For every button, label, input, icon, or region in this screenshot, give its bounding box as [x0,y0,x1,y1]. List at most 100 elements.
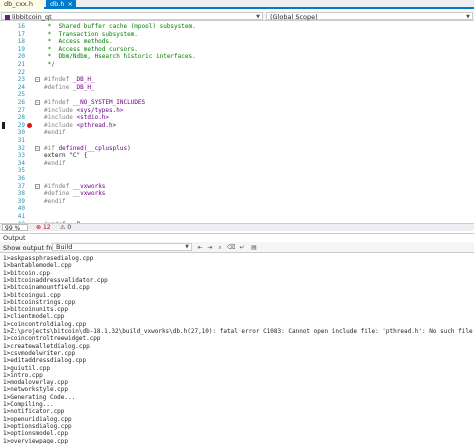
code-line[interactable]: 34 #endif [0,160,474,168]
code-text: #endif [44,197,66,205]
fold-toggle-icon[interactable]: − [35,145,40,151]
error-indicator[interactable]: ⊗ 12 [36,224,51,231]
code-text: extern "C" { [44,152,88,160]
document-tab-bar: db_cxx.h db.h × [0,0,474,9]
code-line[interactable]: 27 #include <sys/types.h> [0,107,474,115]
editor-status-bar: 99 % ⊗ 12 ⚠ 0 [0,223,474,232]
output-line: 1>coincontroldialog.cpp [3,320,87,328]
code-line[interactable]: 21 */ [0,61,474,69]
code-line[interactable]: 26 #ifndef __NO_SYSTEM_INCLUDES − [0,99,474,107]
output-line: 1>Generating Code... [3,393,76,401]
chevron-down-icon: ▼ [185,244,189,250]
scope-dropdown[interactable]: (Global Scope) ▼ [266,12,473,21]
code-text: #endif [44,159,66,167]
output-line: 1>coincontroltreewidget.cpp [3,335,101,343]
code-line[interactable]: 30 #endif [0,129,474,137]
line-number: 26 [17,99,25,106]
code-line[interactable]: 29 #include <pthread.h> [0,121,474,130]
line-number: 39 [17,197,25,205]
code-text: * Shared buffer cache (mpool) subsystem. [44,23,196,30]
line-number: 31 [17,137,25,144]
code-line[interactable]: 17 * Transaction subsystem. [0,31,474,39]
code-editor[interactable]: 16 * Shared buffer cache (mpool) subsyst… [0,22,474,223]
output-line: 1>bitcoinstrings.cpp [3,298,76,306]
next-message-icon[interactable]: ⇥ [206,243,214,251]
code-line[interactable]: 37 #ifndef __vxworks − [0,183,474,191]
line-number: 20 [17,53,25,61]
fold-toggle-icon[interactable]: − [35,183,40,189]
warning-count: 0 [67,224,72,231]
code-line[interactable]: 25 [0,91,474,99]
line-number: 36 [17,175,25,182]
line-number: 29 [17,121,25,129]
output-line: 1>optionsdialog.cpp [3,422,72,430]
output-line: 1>bitcoinamountfield.cpp [3,284,90,292]
code-line[interactable]: 41 [0,213,474,221]
error-marker-icon[interactable] [27,122,32,128]
toggle-word-wrap-icon[interactable]: ↵ [238,243,246,251]
code-line[interactable]: 35 [0,167,474,175]
clear-all-icon[interactable]: ⌫ [226,243,235,251]
code-line[interactable]: 24 #define _DB_H_ [0,84,474,92]
output-text-area[interactable]: 1>askpassphrasedialog.cpp 1>bantablemodel… [0,254,474,444]
output-line: 1>bitcoinaddressvalidator.cpp [3,276,108,284]
output-source-select[interactable]: Build ▼ [52,243,192,251]
project-icon [5,14,10,20]
code-text: #if defined(__cplusplus) [44,144,131,152]
code-line[interactable]: 19 * Access method cursors. [0,46,474,54]
fold-toggle-icon[interactable]: − [35,100,40,105]
output-line: 1>Compiling... [3,401,54,408]
code-line[interactable]: 36 [0,175,474,183]
find-message-icon[interactable]: ⌕ [216,243,224,251]
code-line[interactable]: 23 #ifndef _DB_H_ − [0,76,474,84]
tab-label: db.h [50,0,65,8]
code-text: #ifndef __NO_SYSTEM_INCLUDES [44,99,146,106]
output-line: 1>openuridialog.cpp [3,415,72,423]
code-line[interactable]: 33 extern "C" { [0,152,474,160]
warning-icon: ⚠ [60,224,66,231]
close-icon[interactable]: × [67,0,72,8]
code-text: * Access method cursors. [44,45,138,53]
tab-db-cxx-h[interactable]: db_cxx.h [0,0,44,9]
code-text: #ifndef _DB_H_ [44,76,95,84]
zoom-dropdown[interactable]: 99 % [2,224,28,232]
tab-db-h[interactable]: db.h × [46,0,76,9]
project-dropdown[interactable]: libbitcoin_qt ▼ [1,12,263,21]
code-line[interactable]: 20 * Dbm/Ndbm, Hsearch historic interfac… [0,53,474,61]
fold-toggle-icon[interactable]: − [35,77,40,83]
line-number: 24 [17,83,25,91]
line-number: 25 [17,91,25,99]
output-toolbar: Show output from: Build ▼ ⇤ ⇥ ⌕ ⌫ ↵ ▤ [0,242,474,253]
warning-indicator[interactable]: ⚠ 0 [60,224,71,231]
output-source-value: Build [56,243,73,251]
output-line: 1>Z:\projects\bitcoin\db-18.1.32\build_v… [3,328,474,335]
previous-message-icon[interactable]: ⇤ [196,243,204,251]
line-number: 33 [17,152,25,160]
output-line: 1>bitcoin.cpp [3,269,50,277]
project-name: libbitcoin_qt [12,13,52,21]
current-line-marker [2,121,5,129]
line-number: 16 [17,23,25,30]
code-line[interactable]: 39 #endif [0,198,474,206]
code-line[interactable]: 40 [0,205,474,213]
line-number: 27 [17,106,25,114]
code-line[interactable]: 38 #define __vxworks [0,190,474,198]
line-number: 34 [17,159,25,167]
output-line: 1>askpassphrasedialog.cpp [3,255,94,262]
code-line[interactable]: 28 #include <stdio.h> [0,114,474,122]
output-pane-title: Output [0,233,474,242]
line-number: 19 [17,45,25,53]
code-line[interactable]: 32 #if defined(__cplusplus) − [0,145,474,153]
line-number: 40 [17,205,25,213]
chevron-down-icon: ▼ [256,14,260,20]
code-text: #include <pthread.h> [44,121,117,129]
code-text: * Transaction subsystem. [44,30,138,38]
code-line[interactable]: 31 [0,137,474,145]
code-text: * Access methods. [44,38,113,46]
code-line[interactable]: 18 * Access methods. [0,38,474,46]
open-in-editor-icon[interactable]: ▤ [250,243,258,251]
code-text: #endif [44,129,66,137]
code-line[interactable]: 22 [0,69,474,77]
code-text: * Dbm/Ndbm, Hsearch historic interfaces. [44,53,196,61]
code-line[interactable]: 16 * Shared buffer cache (mpool) subsyst… [0,23,474,31]
